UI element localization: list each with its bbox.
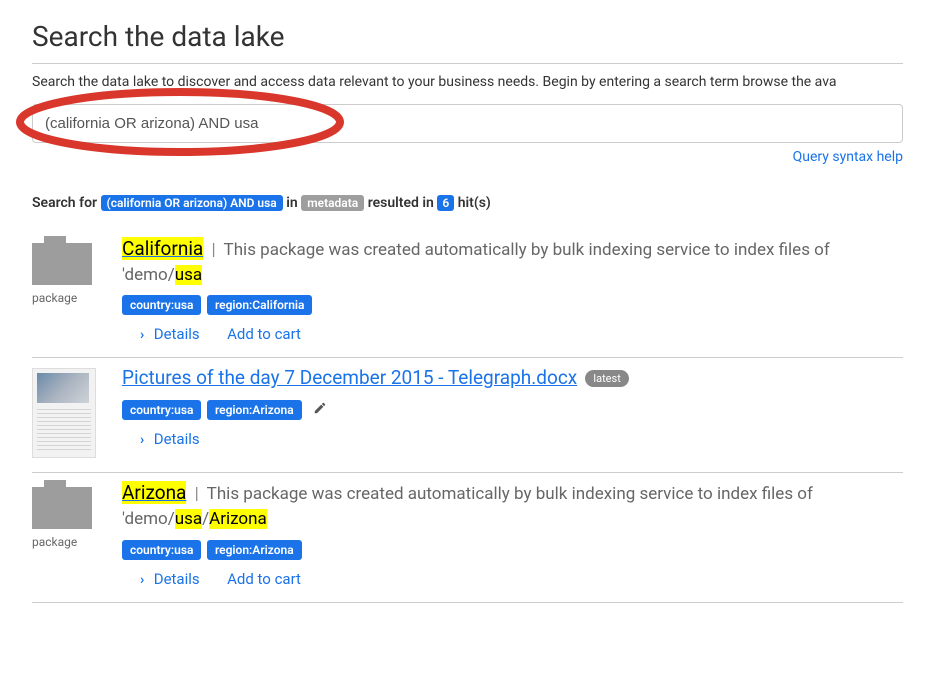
highlight: usa (175, 265, 202, 285)
tag-row: country:usa region:Arizona (122, 540, 903, 560)
search-input[interactable] (32, 104, 903, 143)
details-link[interactable]: Details (154, 570, 200, 588)
highlight: Arizona (122, 481, 186, 504)
tag[interactable]: country:usa (122, 540, 201, 560)
tag[interactable]: region:Arizona (207, 400, 302, 420)
tag-row: country:usa region:Arizona (122, 400, 903, 420)
query-syntax-help-link[interactable]: Query syntax help (793, 149, 903, 165)
result-title-link[interactable]: California (122, 237, 203, 260)
chevron-right-icon: › (140, 572, 144, 588)
result-item: package California | This package was cr… (32, 229, 903, 357)
result-item: package Arizona | This package was creat… (32, 473, 903, 601)
result-title-row: California | This package was created au… (122, 235, 903, 287)
summary-query-chip: (california OR arizona) AND usa (101, 195, 283, 211)
chevron-right-icon: › (140, 327, 144, 343)
thumb-caption: package (32, 535, 122, 549)
summary-suffix: hit(s) (458, 195, 491, 211)
thumb-caption: package (32, 291, 122, 305)
details-link[interactable]: Details (154, 325, 200, 343)
summary-in: in (286, 195, 297, 211)
highlight: Arizona (209, 509, 267, 529)
result-desc: This package was created automatically b… (122, 240, 830, 285)
document-thumbnail (32, 368, 96, 458)
title-separator: | (212, 240, 216, 260)
add-to-cart-link[interactable]: Add to cart (227, 325, 301, 343)
title-divider (32, 63, 903, 64)
highlight: usa (175, 509, 202, 529)
highlight: California (122, 237, 203, 260)
search-summary: Search for (california OR arizona) AND u… (32, 195, 903, 211)
summary-result-word: resulted in (368, 195, 434, 211)
tag-row: country:usa region:California (122, 295, 903, 315)
page-subtitle: Search the data lake to discover and acc… (32, 74, 903, 90)
result-item: Pictures of the day 7 December 2015 - Te… (32, 358, 903, 472)
title-separator: | (195, 484, 199, 504)
version-badge: latest (585, 370, 628, 387)
details-link[interactable]: Details (154, 430, 200, 448)
tag[interactable]: country:usa (122, 295, 201, 315)
tag[interactable]: region:California (207, 295, 313, 315)
add-to-cart-link[interactable]: Add to cart (227, 570, 301, 588)
package-icon (32, 487, 92, 529)
edit-icon[interactable] (313, 401, 327, 419)
tag[interactable]: country:usa (122, 400, 201, 420)
result-title-link[interactable]: Pictures of the day 7 December 2015 - Te… (122, 366, 577, 389)
package-icon (32, 243, 92, 285)
summary-count-chip: 6 (437, 195, 454, 211)
summary-prefix: Search for (32, 195, 97, 211)
tag[interactable]: region:Arizona (207, 540, 302, 560)
summary-scope-chip: metadata (301, 195, 364, 211)
page-title: Search the data lake (32, 20, 903, 53)
chevron-right-icon: › (140, 432, 144, 448)
result-divider (32, 602, 903, 603)
result-title-link[interactable]: Arizona (122, 481, 186, 504)
result-title-row: Pictures of the day 7 December 2015 - Te… (122, 364, 903, 392)
result-title-row: Arizona | This package was created autom… (122, 479, 903, 531)
